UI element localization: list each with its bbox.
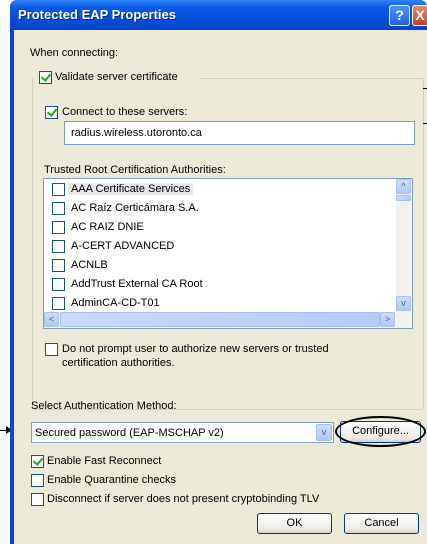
list-item-checkbox[interactable] [52,297,65,310]
horizontal-scrollbar[interactable]: < > [44,312,412,328]
auth-method-dropdown-button[interactable]: v [316,424,332,441]
close-button[interactable]: X [412,5,427,26]
cancel-button[interactable]: Cancel [344,513,419,534]
list-item-label: AddTrust External CA Root [71,278,203,290]
connect-servers-label[interactable]: Connect to these servers: [62,106,187,118]
auth-method-select[interactable]: Secured password (EAP-MSCHAP v2) v [31,422,334,443]
window-title: Protected EAP Properties [18,7,176,22]
chevron-down-icon: v [401,298,406,308]
configure-highlight-ellipse [335,416,426,447]
dialog-client-area: When connecting: Validate server certifi… [14,30,427,544]
help-button[interactable]: ? [389,5,410,26]
cryptobinding-checkbox[interactable] [31,493,44,506]
scroll-up-button[interactable]: ^ [396,179,411,194]
list-item-checkbox[interactable] [52,278,65,291]
auth-method-value: Secured password (EAP-MSCHAP v2) [35,427,224,439]
list-item-checkbox[interactable] [52,259,65,272]
trusted-root-list[interactable]: AAA Certificate Services AC Raíz Certicá… [43,178,413,329]
no-prompt-checkbox[interactable] [45,343,58,356]
list-item-label: ACNLB [71,259,108,271]
no-prompt-label-line1[interactable]: Do not prompt user to authorize new serv… [62,343,329,355]
dialog-window: Protected EAP Properties ? X When connec… [10,0,427,544]
annotation-arrow-right-1 [423,88,427,89]
cryptobinding-label[interactable]: Disconnect if server does not present cr… [47,493,319,505]
ok-button-label: OK [286,517,303,529]
list-item[interactable]: ACNLB [44,256,384,275]
auth-method-heading: Select Authentication Method: [31,400,177,412]
validate-server-checkbox[interactable] [39,71,52,84]
list-item[interactable]: AC Raíz Certicámara S.A. [44,199,384,218]
list-item-checkbox[interactable] [52,183,65,196]
list-item-checkbox[interactable] [52,221,65,234]
vertical-scroll-thumb[interactable] [396,195,411,201]
ok-button[interactable]: OK [257,513,332,534]
list-item[interactable]: AdminCA-CD-T01 [44,294,384,313]
list-item-label: AAA Certificate Services [68,183,194,195]
fast-reconnect-label[interactable]: Enable Fast Reconnect [47,455,161,467]
annotation-arrow-right-2 [423,123,427,124]
list-item-label: AC RAIZ DNIE [71,221,144,233]
list-item-checkbox[interactable] [52,202,65,215]
scroll-right-button[interactable]: > [380,312,395,327]
list-item-label: AC Raíz Certicámara S.A. [71,202,199,214]
trusted-root-heading: Trusted Root Certification Authorities: [44,164,226,176]
help-icon: ? [395,7,404,23]
validate-server-label[interactable]: Validate server certificate [55,71,182,83]
list-item[interactable]: AAA Certificate Services [44,180,384,199]
title-bar[interactable]: Protected EAP Properties ? X [10,0,427,30]
list-item[interactable]: AC RAIZ DNIE [44,218,384,237]
list-item[interactable]: A-CERT ADVANCED [44,237,384,256]
chevron-right-icon: > [384,314,391,324]
quarantine-checkbox[interactable] [31,474,44,487]
close-icon: X [415,7,425,23]
cancel-button-label: Cancel [364,517,399,529]
list-item[interactable]: AddTrust External CA Root [44,275,384,294]
list-item-checkbox[interactable] [52,240,65,253]
quarantine-label[interactable]: Enable Quarantine checks [47,474,176,486]
when-connecting-heading: When connecting: [30,47,119,59]
scroll-left-button[interactable]: < [44,312,59,327]
list-item-label: A-CERT ADVANCED [71,240,175,252]
connect-servers-checkbox[interactable] [45,106,58,119]
chevron-left-icon: < [48,314,55,324]
servers-input[interactable]: radius.wireless.utoronto.ca [64,121,415,145]
chevron-down-icon: v [321,427,327,437]
vertical-scrollbar[interactable]: ^ v [396,179,412,312]
list-item-label: AdminCA-CD-T01 [71,297,160,309]
fast-reconnect-checkbox[interactable] [31,455,44,468]
scroll-down-button[interactable]: v [396,296,411,311]
servers-input-value: radius.wireless.utoronto.ca [71,127,202,139]
no-prompt-label-line2[interactable]: certification authorities. [62,357,175,369]
horizontal-scroll-thumb[interactable] [60,312,380,327]
chevron-up-icon: ^ [401,181,406,191]
